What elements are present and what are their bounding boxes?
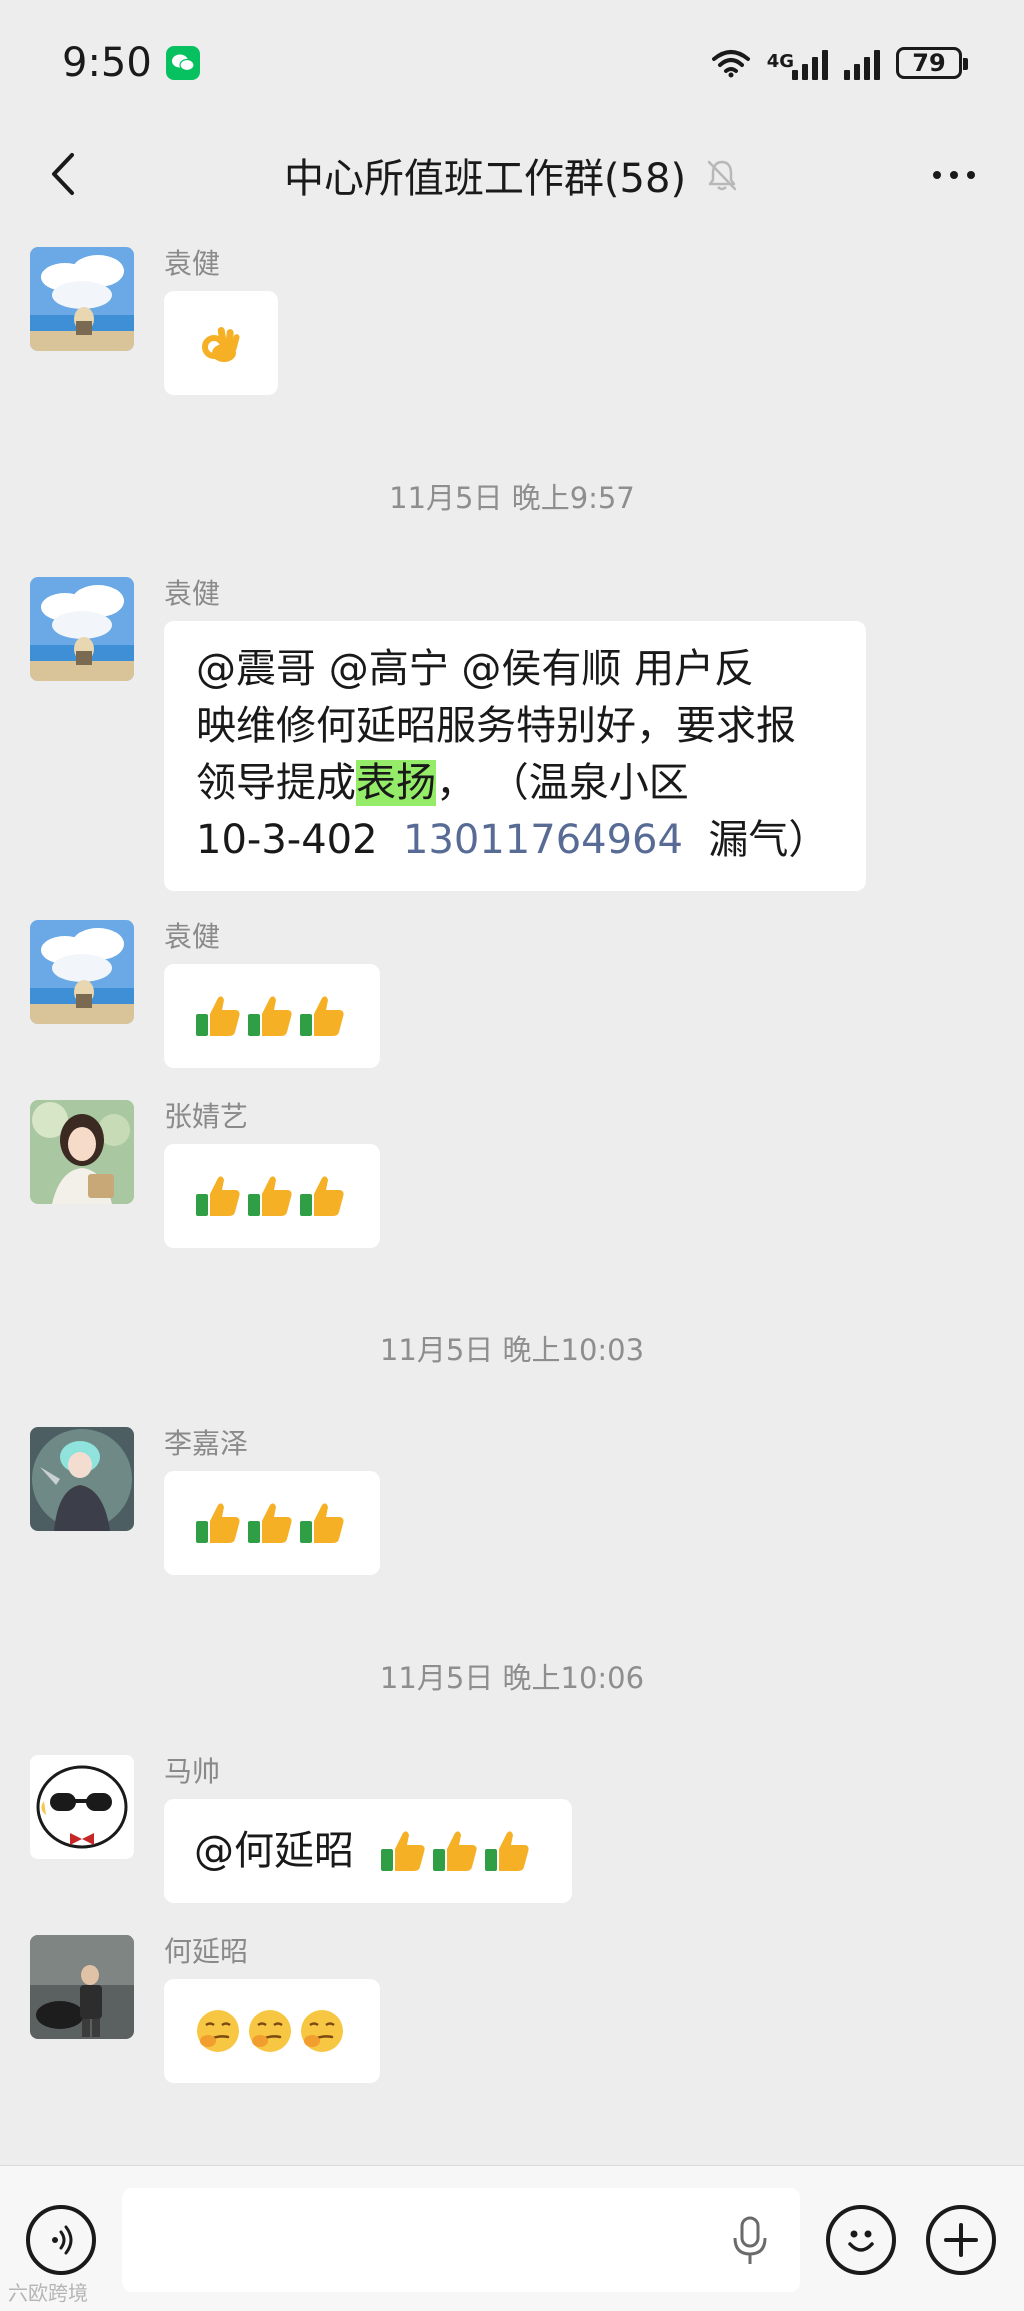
message-bubble[interactable] [164, 291, 278, 395]
message-input[interactable] [122, 2188, 800, 2292]
plus-icon [944, 2223, 978, 2257]
sender-name: 张婧艺 [164, 1100, 249, 1133]
message-item: 袁健 [30, 247, 278, 395]
chevron-left-icon [52, 153, 74, 195]
avatar[interactable] [30, 1427, 134, 1531]
sender-name: 袁健 [164, 577, 221, 610]
sender-name: 袁健 [164, 920, 221, 953]
message-text: 10-3-402 [196, 817, 403, 863]
message-body: 袁健 [164, 920, 380, 1068]
signal-bars-icon-2 [844, 46, 880, 80]
message-timestamp: 11月5日 晚上10:06 [379, 1661, 645, 1695]
message-text: ， （温泉小区 [436, 760, 689, 806]
chat-title: 中心所值班工作群(58) [283, 156, 687, 202]
voice-button[interactable] [26, 2205, 96, 2275]
message-item: 袁健 [30, 920, 380, 1068]
message-list[interactable]: 袁健 11月5日 晚上9:57 袁健 @震哥 @高宁 @侯有顺 用户反 映维修何… [0, 225, 1024, 2165]
emoji-button[interactable] [826, 2205, 896, 2275]
message-body: 李嘉泽 [164, 1427, 380, 1575]
message-body: 马帅 @何延昭 [164, 1755, 572, 1903]
message-body: 何延昭 [164, 1935, 380, 2083]
more-dot [967, 171, 975, 179]
signal-bars-icon [792, 46, 828, 80]
message-bubble[interactable] [164, 1144, 380, 1248]
thumbs-up-emoji-icon [196, 1176, 240, 1216]
sender-name: 李嘉泽 [164, 1427, 249, 1460]
wechat-notification-icon [165, 45, 200, 80]
thumbs-up-emoji-icon [196, 996, 240, 1036]
sender-name: 马帅 [164, 1755, 221, 1788]
wifi-icon [711, 49, 750, 77]
more-dots-icon [933, 171, 941, 179]
avatar[interactable] [30, 577, 134, 681]
thumbs-up-emoji-icon [248, 1503, 292, 1543]
message-body: 袁健 @震哥 @高宁 @侯有顺 用户反 映维修何延昭服务特别好，要求报 领导提成… [164, 577, 866, 891]
sender-name: 何延昭 [164, 1935, 249, 1968]
message-item: 李嘉泽 [30, 1427, 380, 1575]
message-timestamp: 11月5日 晚上9:57 [389, 481, 635, 515]
message-item: 马帅 @何延昭 [30, 1755, 572, 1903]
status-right: 4G 79 [711, 46, 968, 80]
voice-icon [52, 2225, 73, 2255]
message-bubble[interactable]: @震哥 @高宁 @侯有顺 用户反 映维修何延昭服务特别好，要求报 领导提成表扬，… [164, 621, 866, 891]
thumbs-up-emoji-icon [196, 1503, 240, 1543]
status-bar: 9:50 4G 79 [0, 0, 1024, 125]
avatar[interactable] [30, 1755, 134, 1859]
more-dot [950, 171, 958, 179]
back-button[interactable] [38, 149, 88, 199]
bell-off-icon [707, 160, 737, 191]
thumbs-up-emoji-icon [300, 1503, 344, 1543]
message-timestamp: 11月5日 晚上10:03 [379, 1333, 645, 1367]
smirk-emoji-icon [249, 2010, 291, 2052]
status-left: 9:50 [62, 40, 200, 86]
message-item: 张婧艺 [30, 1100, 380, 1248]
avatar[interactable] [30, 920, 134, 1024]
sender-name: 袁健 [164, 247, 221, 280]
watermark: 六欧跨境 [8, 2281, 88, 2305]
title-wrap: 中心所值班工作群(58) [284, 146, 740, 204]
message-line: @震哥 @高宁 @侯有顺 用户反 [196, 646, 755, 692]
avatar[interactable] [30, 247, 134, 351]
thumbs-up-emoji-icon [248, 996, 292, 1036]
more-options-button[interactable] [924, 153, 984, 197]
message-line: 10-3-402 13011764964 漏气） [196, 812, 836, 869]
plus-button[interactable] [926, 2205, 996, 2275]
message-bubble[interactable] [164, 1979, 380, 2083]
message-body: 张婧艺 [164, 1100, 380, 1248]
signal-4g: 4G [767, 46, 828, 80]
message-bubble[interactable]: @何延昭 [164, 1799, 572, 1903]
mention-text: @何延昭 [194, 1827, 367, 1874]
status-time: 9:50 [62, 39, 152, 86]
message-item: 何延昭 [30, 1935, 380, 2083]
message-text: 领导提成 [196, 760, 356, 806]
highlighted-text: 表扬 [356, 760, 436, 806]
thumbs-up-emoji-icon [380, 1831, 425, 1871]
network-type-label: 4G [766, 50, 794, 72]
message-bubble[interactable] [164, 964, 380, 1068]
phone-number-link[interactable]: 13011764964 [403, 817, 683, 863]
thumbs-up-emoji-icon [484, 1831, 529, 1871]
thumbs-up-emoji-icon [300, 996, 344, 1036]
avatar[interactable] [30, 1100, 134, 1204]
smiley-icon [848, 2230, 874, 2252]
message-body: 袁健 [164, 247, 278, 395]
message-item: 袁健 @震哥 @高宁 @侯有顺 用户反 映维修何延昭服务特别好，要求报 领导提成… [30, 577, 866, 891]
message-text: 漏气） [682, 817, 829, 863]
battery-indicator: 79 [896, 46, 968, 79]
avatar[interactable] [30, 1935, 134, 2039]
input-bar [0, 2165, 1024, 2311]
message-bubble[interactable] [164, 1471, 380, 1575]
message-line: 映维修何延昭服务特别好，要求报 [196, 703, 796, 749]
thumbs-up-emoji-icon [432, 1831, 477, 1871]
message-line: 领导提成表扬， （温泉小区 [196, 755, 836, 812]
chat-header: 中心所值班工作群(58) [0, 125, 1024, 225]
smirk-emoji-icon [197, 2010, 239, 2052]
smirk-emoji-icon [301, 2010, 343, 2052]
thumbs-up-emoji-icon [248, 1176, 292, 1216]
ok-hand-emoji-icon [202, 327, 240, 362]
thumbs-up-emoji-icon [300, 1176, 344, 1216]
microphone-icon[interactable] [730, 2216, 770, 2266]
